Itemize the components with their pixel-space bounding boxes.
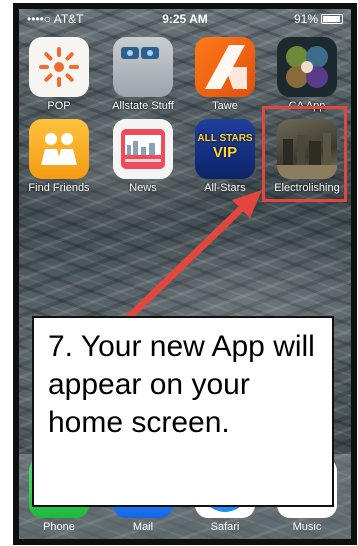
app-label: Find Friends (28, 182, 90, 194)
tawe-logo-icon (195, 37, 255, 97)
dock-label: Music (292, 521, 322, 533)
app-news[interactable]: News (108, 119, 178, 194)
instruction-callout: 7. Your new App will appear on your home… (32, 316, 334, 507)
app-tawe[interactable]: Tawe (190, 37, 260, 112)
highlight-box (262, 106, 347, 202)
dock-label: Safari (210, 521, 240, 533)
app-label: News (129, 182, 157, 194)
sun-icon (29, 37, 89, 97)
ca-app-icon (277, 37, 337, 97)
app-pop[interactable]: POP (24, 37, 94, 112)
app-all-stars[interactable]: ALL STARS VIP All-Stars (190, 119, 260, 194)
find-friends-icon (29, 119, 89, 179)
dock-label: Phone (43, 521, 75, 533)
dock-label: Mail (132, 521, 154, 533)
app-label: Allstate Stuff (112, 100, 174, 112)
battery-percent: 91% (293, 12, 318, 26)
callout-text: 7. Your new App will appear on your home… (48, 330, 315, 439)
app-label: POP (47, 100, 71, 112)
app-label: All-Stars (204, 182, 246, 194)
allstars-line1: ALL STARS (197, 133, 253, 144)
app-ca[interactable]: CA App (272, 37, 342, 112)
app-label: Tawe (212, 100, 238, 112)
battery-indicator: 91% (294, 12, 343, 26)
app-folder-allstate[interactable]: Allstate Stuff (108, 37, 178, 112)
battery-icon (321, 14, 343, 24)
all-stars-vip-icon: ALL STARS VIP (195, 119, 255, 179)
app-find-friends[interactable]: Find Friends (24, 119, 94, 194)
news-icon (113, 119, 173, 179)
folder-icon (113, 37, 173, 97)
allstars-line2: VIP (212, 144, 238, 161)
status-bar: ••••○ AT&T 9:25 AM 91% (19, 9, 351, 29)
